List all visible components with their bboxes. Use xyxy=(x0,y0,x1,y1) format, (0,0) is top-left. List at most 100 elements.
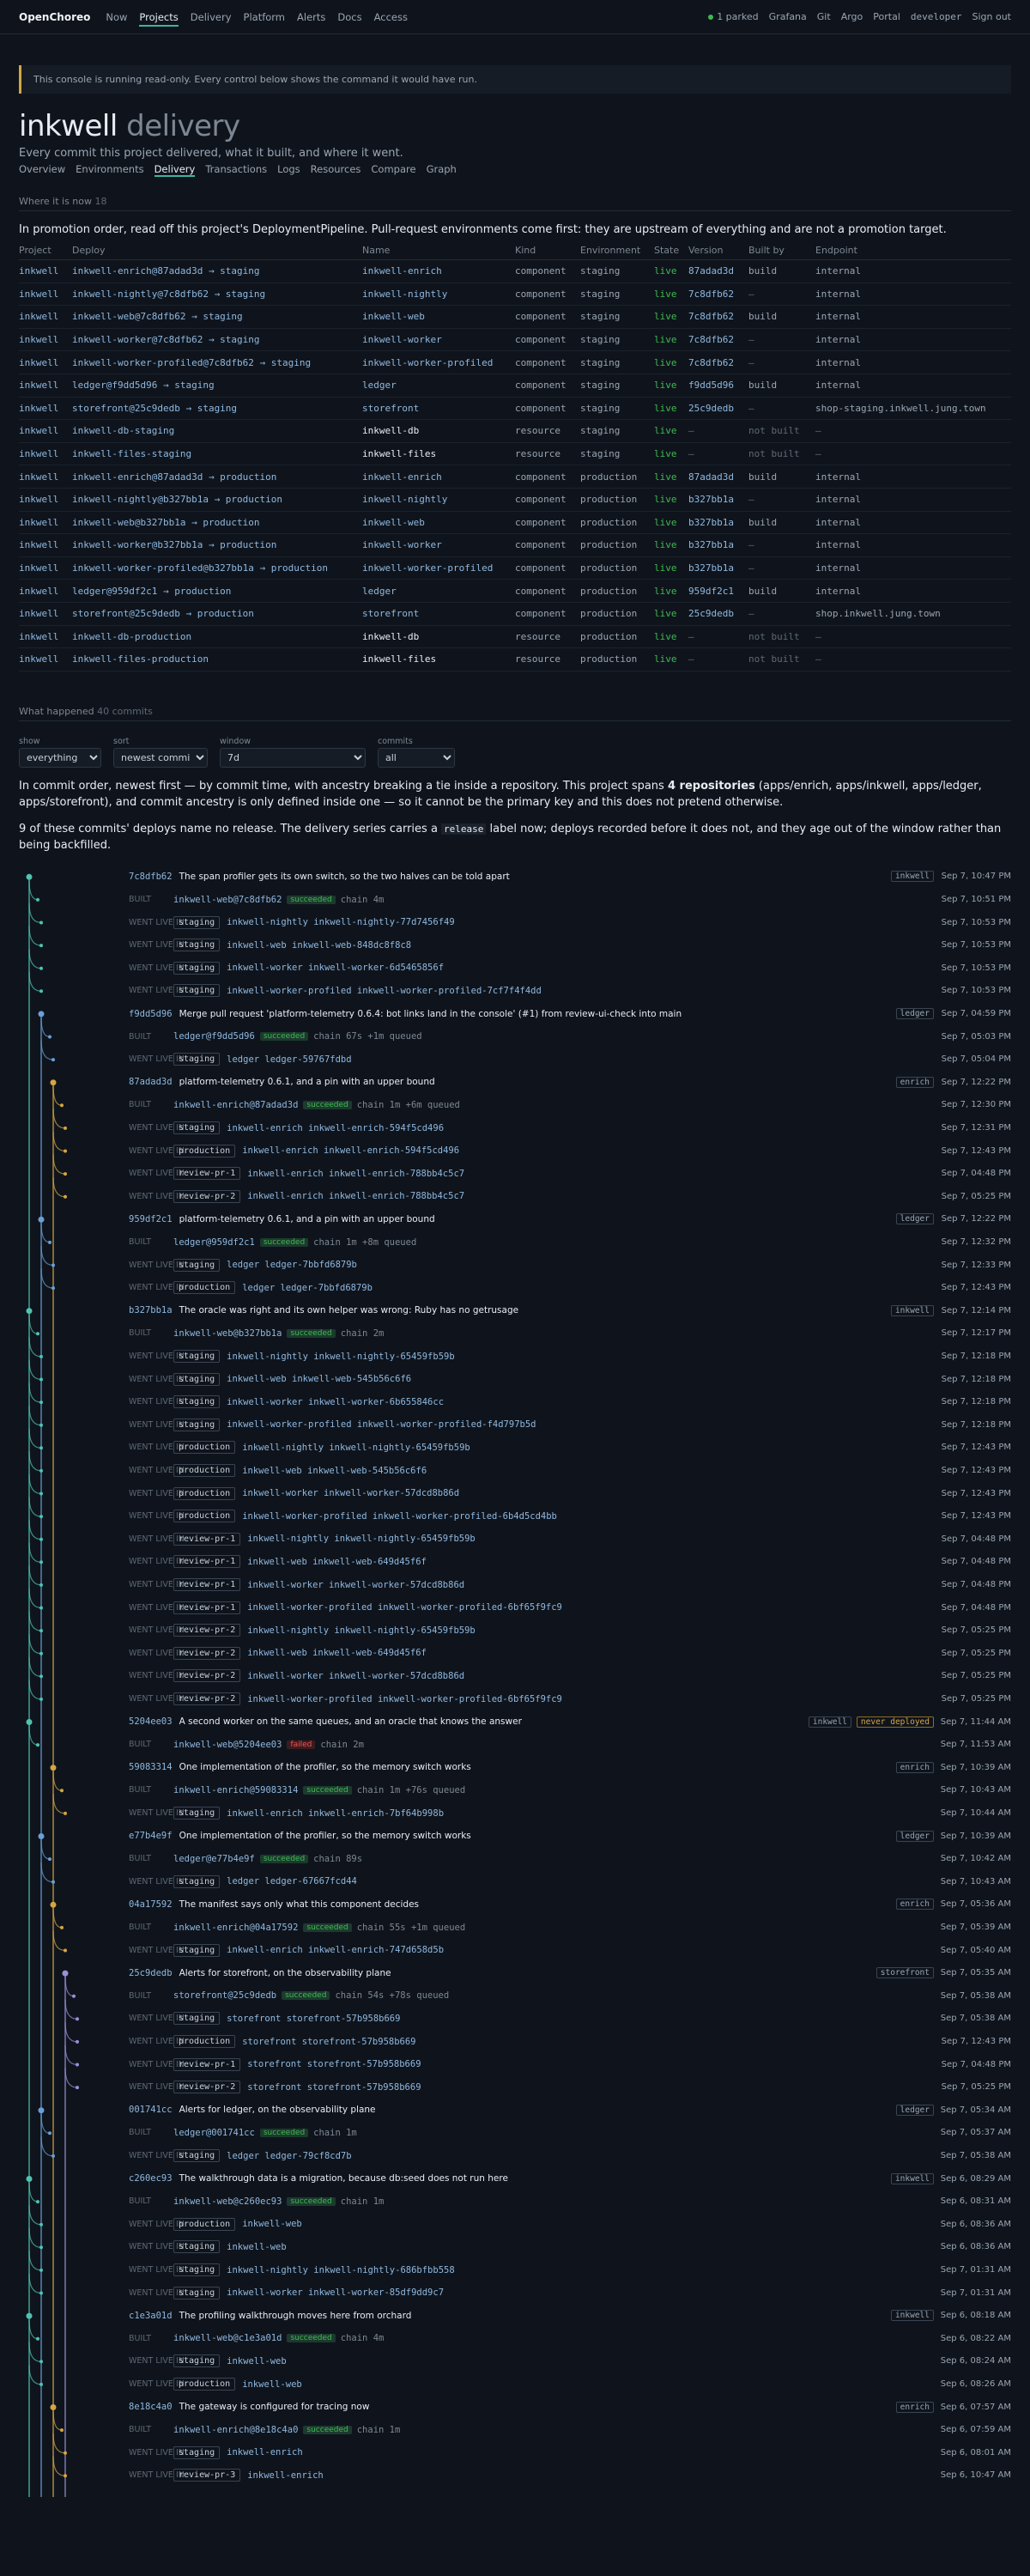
deploy-target[interactable]: storefront storefront-57b958b669 xyxy=(247,2059,421,2069)
build-row[interactable]: BUILT inkwell-web@c1e3a01d succeeded chain … xyxy=(19,2327,1011,2350)
build-ref[interactable]: inkwell-web@c260ec93 xyxy=(173,2196,282,2207)
commit-row[interactable]: 87adad3d platform-telemetry 0.6.1, and a … xyxy=(19,1071,1011,1094)
filter-sort-select[interactable]: newest commit xyxy=(113,747,208,768)
environment-badge[interactable]: staging xyxy=(173,2263,221,2277)
table-row[interactable]: inkwell storefront@25c9dedb → staging stor… xyxy=(19,397,1011,421)
table-row[interactable]: inkwell ledger@f9dd5d96 → staging ledger co… xyxy=(19,374,1011,398)
deploy-target[interactable]: inkwell-web inkwell-web-545b56c6f6 xyxy=(227,1374,411,1384)
deploy-target[interactable]: inkwell-nightly inkwell-nightly-65459fb5… xyxy=(227,1352,455,1362)
deploy-row[interactable]: WENT LIVE IN review-pr-2 inkwell-nightly i… xyxy=(19,1619,1011,1642)
deploy-target[interactable]: inkwell-worker-profiled inkwell-worker-p… xyxy=(227,986,542,996)
cell-endpoint[interactable]: shop-staging.inkwell.jung.town xyxy=(815,397,1011,421)
commit-sha[interactable]: 04a17592 xyxy=(129,1899,173,1910)
cell-endpoint[interactable]: internal xyxy=(815,488,1011,512)
cell-endpoint[interactable]: internal xyxy=(815,259,1011,283)
build-ref[interactable]: ledger@001741cc xyxy=(173,2128,255,2138)
deploy-row[interactable]: WENT LIVE IN staging ledger ledger-7bbfd68… xyxy=(19,1254,1011,1277)
environment-badge[interactable]: production xyxy=(173,2217,236,2231)
deploy-target[interactable]: inkwell-worker inkwell-worker-6b655846cc xyxy=(227,1397,444,1407)
cell-endpoint[interactable]: internal xyxy=(815,511,1011,535)
environment-badge[interactable]: production xyxy=(173,1441,236,1455)
environment-badge[interactable]: staging xyxy=(173,1258,221,1272)
deploy-target[interactable]: inkwell-worker inkwell-worker-57dcd8b86d xyxy=(242,1488,459,1498)
environment-badge[interactable]: staging xyxy=(173,1418,221,1431)
commit-row[interactable]: 04a17592 The manifest says only what this… xyxy=(19,1893,1011,1917)
deploy-target[interactable]: ledger ledger-7bbfd6879b xyxy=(227,1260,357,1270)
build-ref[interactable]: inkwell-enrich@04a17592 xyxy=(173,1923,298,1933)
cell-endpoint[interactable]: internal xyxy=(815,328,1011,352)
deploy-target[interactable]: inkwell-enrich xyxy=(247,2470,324,2481)
deploy-row[interactable]: WENT LIVE IN staging inkwell-worker inkwel… xyxy=(19,2281,1011,2305)
deploy-row[interactable]: WENT LIVE IN review-pr-2 inkwell-web inkwe… xyxy=(19,1642,1011,1665)
deploy-target[interactable]: inkwell-web xyxy=(227,2356,287,2366)
deploy-row[interactable]: WENT LIVE IN production inkwell-nightly in… xyxy=(19,1437,1011,1460)
deploy-target[interactable]: inkwell-web xyxy=(242,2379,302,2390)
build-ref[interactable]: inkwell-web@c1e3a01d xyxy=(173,2333,282,2343)
nav-platform[interactable]: Platform xyxy=(244,11,286,23)
build-row[interactable]: BUILT inkwell-enrich@8e18c4a0 succeeded cha… xyxy=(19,2418,1011,2441)
link-git[interactable]: Git xyxy=(817,11,831,22)
build-ref[interactable]: ledger@f9dd5d96 xyxy=(173,1031,255,1042)
cell-endpoint[interactable]: internal xyxy=(815,579,1011,603)
commit-row[interactable]: 7c8dfb62 The span profiler gets its own s… xyxy=(19,866,1011,889)
environment-badge[interactable]: review-pr-2 xyxy=(173,1669,241,1683)
deploy-target[interactable]: storefront storefront-57b958b669 xyxy=(242,2037,415,2047)
environment-badge[interactable]: staging xyxy=(173,2445,221,2459)
deploy-target[interactable]: inkwell-web xyxy=(242,2219,302,2229)
environment-badge[interactable]: review-pr-2 xyxy=(173,2081,241,2094)
environment-badge[interactable]: staging xyxy=(173,1807,221,1820)
link-grafana[interactable]: Grafana xyxy=(769,11,807,22)
cell-endpoint[interactable]: internal xyxy=(815,350,1011,374)
nav-docs[interactable]: Docs xyxy=(337,11,361,23)
commit-sha[interactable]: 25c9dedb xyxy=(129,1968,173,1978)
build-row[interactable]: BUILT inkwell-web@b327bb1a succeeded chain … xyxy=(19,1322,1011,1346)
build-row[interactable]: BUILT inkwell-web@5204ee03 failed chain 2m S… xyxy=(19,1733,1011,1756)
deploy-row[interactable]: WENT LIVE IN review-pr-2 inkwell-worker-pr… xyxy=(19,1687,1011,1710)
environment-badge[interactable]: staging xyxy=(173,2286,221,2300)
build-ref[interactable]: inkwell-web@5204ee03 xyxy=(173,1740,282,1750)
commit-sha[interactable]: 87adad3d xyxy=(129,1077,173,1087)
build-ref[interactable]: inkwell-web@b327bb1a xyxy=(173,1328,282,1339)
deploy-target[interactable]: ledger ledger-79cf8cd7b xyxy=(227,2151,351,2161)
deploy-row[interactable]: WENT LIVE IN review-pr-2 inkwell-enrich in… xyxy=(19,1185,1011,1208)
build-row[interactable]: BUILT ledger@959df2c1 succeeded chain 1m +8… xyxy=(19,1230,1011,1254)
cell-endpoint[interactable]: internal xyxy=(815,465,1011,489)
environment-badge[interactable]: staging xyxy=(173,1350,221,1364)
commit-row[interactable]: 001741cc Alerts for ledger, on the observ… xyxy=(19,2099,1011,2122)
deploy-target[interactable]: inkwell-enrich inkwell-enrich-594f5cd496 xyxy=(242,1145,459,1156)
deploy-row[interactable]: WENT LIVE IN production inkwell-worker ink… xyxy=(19,1482,1011,1505)
table-row[interactable]: inkwell inkwell-worker-profiled@b327bb1a … xyxy=(19,556,1011,580)
build-ref[interactable]: inkwell-web@7c8dfb62 xyxy=(173,895,282,905)
deploy-row[interactable]: WENT LIVE IN production inkwell-web Sep 6, … xyxy=(19,2372,1011,2396)
commit-row[interactable]: 59083314 One implementation of the profil… xyxy=(19,1756,1011,1779)
environment-badge[interactable]: review-pr-2 xyxy=(173,1646,241,1660)
deploy-target[interactable]: inkwell-enrich inkwell-enrich-788bb4c5c7 xyxy=(247,1169,464,1179)
environment-badge[interactable]: staging xyxy=(173,961,221,975)
commit-row[interactable]: e77b4e9f One implementation of the profil… xyxy=(19,1825,1011,1848)
table-row[interactable]: inkwell ledger@959df2c1 → production ledge… xyxy=(19,579,1011,603)
filter-show-select[interactable]: everything xyxy=(19,747,101,768)
deploy-row[interactable]: WENT LIVE IN review-pr-1 inkwell-worker-pr… xyxy=(19,1596,1011,1619)
deploy-row[interactable]: WENT LIVE IN production inkwell-worker-pro… xyxy=(19,1504,1011,1528)
deploy-target[interactable]: inkwell-nightly inkwell-nightly-686bfbb5… xyxy=(227,2265,455,2275)
commit-sha[interactable]: 5204ee03 xyxy=(129,1716,173,1727)
tab-transactions[interactable]: Transactions xyxy=(205,163,267,177)
deploy-target[interactable]: inkwell-worker-profiled inkwell-worker-p… xyxy=(247,1694,562,1704)
deploy-target[interactable]: inkwell-worker inkwell-worker-85df9dd9c7 xyxy=(227,2287,444,2298)
deploy-target[interactable]: inkwell-web inkwell-web-649d45f6f xyxy=(247,1648,427,1658)
build-ref[interactable]: inkwell-enrich@8e18c4a0 xyxy=(173,2425,298,2435)
environment-badge[interactable]: review-pr-2 xyxy=(173,1189,241,1203)
deploy-target[interactable]: inkwell-worker inkwell-worker-6d5465856f xyxy=(227,963,444,973)
sign-out-button[interactable]: Sign out xyxy=(972,11,1011,22)
deploy-target[interactable]: inkwell-web xyxy=(227,2242,287,2252)
deploy-target[interactable]: inkwell-enrich inkwell-enrich-788bb4c5c7 xyxy=(247,1191,464,1201)
table-row[interactable]: inkwell inkwell-nightly@b327bb1a → produc… xyxy=(19,488,1011,512)
environment-badge[interactable]: staging xyxy=(173,1943,221,1957)
commit-row[interactable]: 959df2c1 platform-telemetry 0.6.1, and a … xyxy=(19,1208,1011,1231)
build-row[interactable]: BUILT ledger@f9dd5d96 succeeded chain 67s +… xyxy=(19,1025,1011,1048)
commit-sha[interactable]: 7c8dfb62 xyxy=(129,872,173,882)
tab-environments[interactable]: Environments xyxy=(76,163,143,177)
environment-badge[interactable]: staging xyxy=(173,1874,221,1888)
environment-badge[interactable]: review-pr-1 xyxy=(173,2057,241,2071)
commit-sha[interactable]: 959df2c1 xyxy=(129,1214,173,1224)
